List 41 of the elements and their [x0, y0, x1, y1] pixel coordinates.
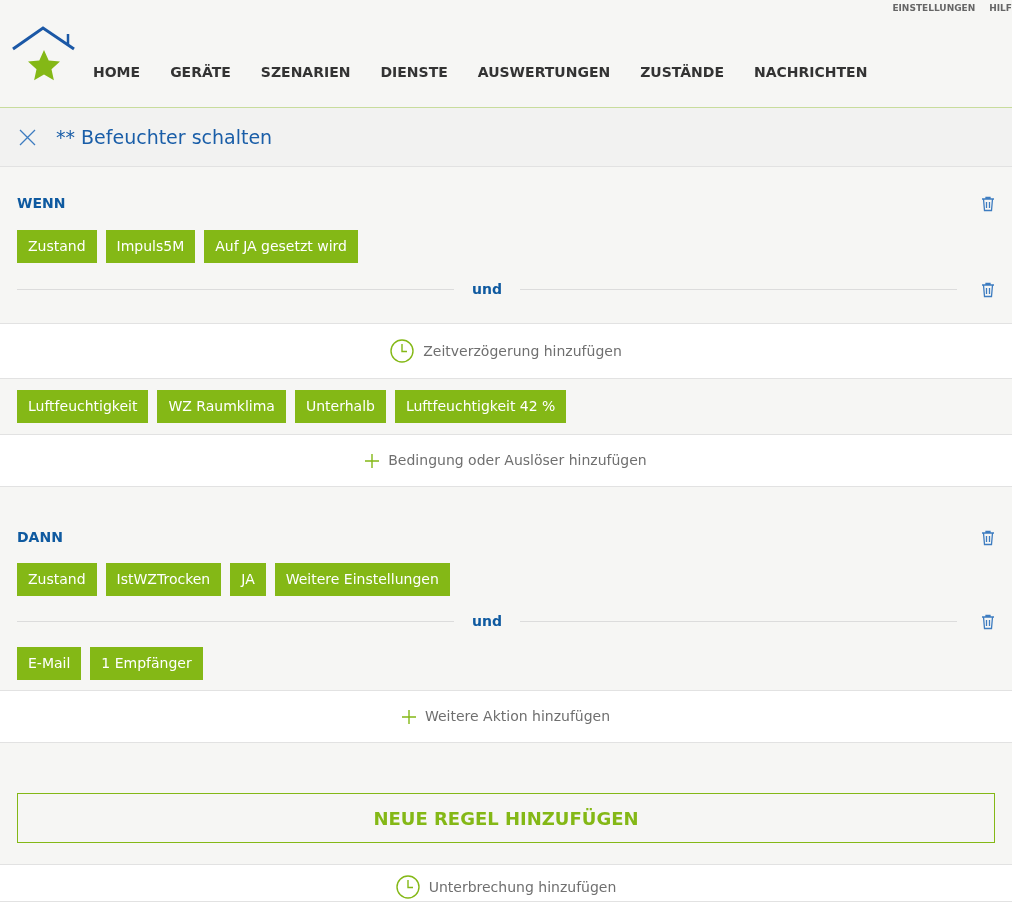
add-link[interactable]: Weitere Aktion hinzufügen	[401, 706, 611, 727]
section-heading: WENN	[17, 194, 66, 213]
plus-icon	[401, 709, 416, 724]
clock-icon	[395, 875, 420, 899]
add-rule-button[interactable]: NEUE REGEL HINZUFÜGEN	[17, 793, 995, 843]
trash-icon[interactable]	[981, 529, 995, 546]
condition-chip[interactable]: 1 Empfänger	[90, 647, 203, 680]
condition-chip[interactable]: Zustand	[17, 230, 97, 263]
top-link[interactable]: HILF	[989, 2, 1012, 16]
nav-tab[interactable]: SZENARIEN	[260, 61, 351, 83]
nav-tab[interactable]: GERÄTE	[170, 61, 231, 83]
nav-tab[interactable]: DIENSTE	[380, 61, 448, 83]
trash-icon[interactable]	[981, 281, 995, 298]
add-link[interactable]: Unterbrechung hinzufügen	[395, 875, 617, 899]
add-link[interactable]: Zeitverzögerung hinzufügen	[390, 339, 622, 363]
condition-chip[interactable]: IstWZTrocken	[105, 563, 222, 596]
close-icon[interactable]	[19, 128, 36, 146]
plus-icon	[365, 453, 380, 468]
nav-tab[interactable]: HOME	[93, 61, 141, 83]
condition-chip[interactable]: Luftfeuchtigkeit	[17, 390, 149, 423]
add-link[interactable]: Bedingung oder Auslöser hinzufügen	[365, 450, 647, 471]
nav-tab[interactable]: AUSWERTUNGEN	[477, 61, 611, 83]
condition-chip[interactable]: Auf JA gesetzt wird	[204, 230, 358, 263]
condition-chip[interactable]: WZ Raumklima	[157, 390, 286, 423]
clock-icon	[390, 339, 415, 363]
trash-icon[interactable]	[981, 195, 995, 212]
trash-icon[interactable]	[981, 613, 995, 630]
nav-tab[interactable]: NACHRICHTEN	[754, 61, 868, 83]
condition-chip[interactable]: E-Mail	[17, 647, 82, 680]
rule-title: ** Befeuchter schalten	[56, 124, 273, 150]
condition-chip[interactable]: Luftfeuchtigkeit 42 %	[394, 390, 567, 423]
condition-chip[interactable]: Weitere Einstellungen	[274, 563, 450, 596]
condition-chip[interactable]: JA	[230, 563, 266, 596]
condition-chip[interactable]: Zustand	[17, 563, 97, 596]
nav-tab[interactable]: ZUSTÄNDE	[640, 61, 724, 83]
connector-label: und	[472, 612, 502, 631]
connector-label: und	[472, 280, 502, 299]
condition-chip[interactable]: Impuls5M	[105, 230, 196, 263]
top-link[interactable]: EINSTELLUNGEN	[892, 2, 976, 16]
condition-chip[interactable]: Unterhalb	[294, 390, 386, 423]
section-heading: DANN	[17, 528, 63, 547]
